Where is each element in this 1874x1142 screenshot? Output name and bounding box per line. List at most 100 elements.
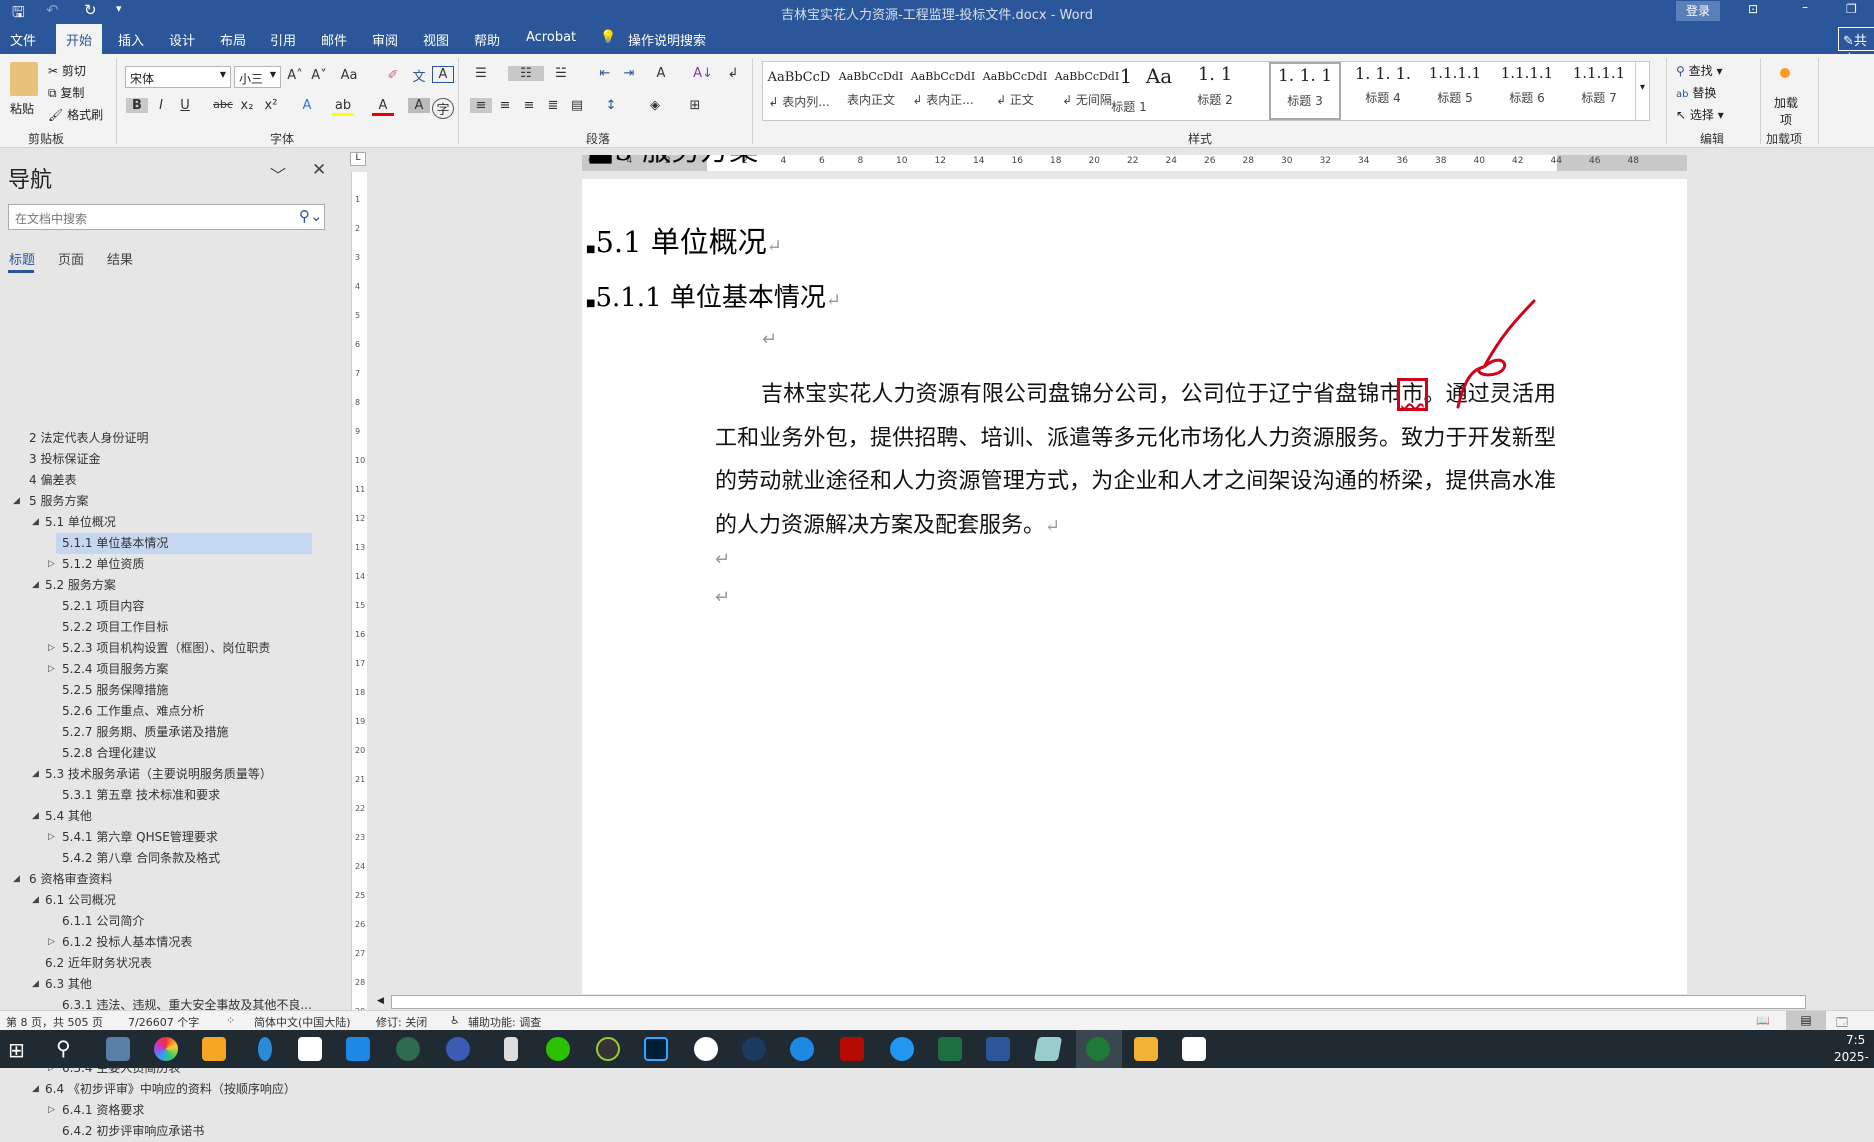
nav-heading-item[interactable]: 5.3 技术服务承诺（主要说明服务质量等）: [45, 764, 272, 785]
nav-heading-item[interactable]: 4 偏差表: [29, 470, 76, 491]
justify-icon[interactable]: ≣: [542, 98, 564, 113]
nav-heading-item[interactable]: 5.4 其他: [45, 806, 92, 827]
nav-heading-item[interactable]: 6.3 其他: [45, 974, 92, 995]
app-icon[interactable]: [742, 1037, 766, 1061]
nav-heading-item[interactable]: 6.1 公司概况: [45, 890, 116, 911]
acrobat-icon[interactable]: [840, 1037, 864, 1061]
nav-heading-item[interactable]: 5.2.5 服务保障措施: [62, 680, 168, 701]
nav-heading-item[interactable]: 5.2.6 工作重点、难点分析: [62, 701, 204, 722]
distributed-icon[interactable]: ▤: [566, 98, 588, 113]
nav-heading-item[interactable]: 6.2 近年财务状况表: [45, 953, 152, 974]
nav-heading-item[interactable]: 5.4.2 第八章 合同条款及格式: [62, 848, 220, 869]
nav-heading-item[interactable]: 5.2.3 项目机构设置（框图）、岗位职责: [62, 638, 270, 659]
select-button[interactable]: ↖ 选择 ▾: [1676, 106, 1724, 123]
scroll-left-icon[interactable]: ◀: [377, 996, 384, 1006]
style-item-heading3[interactable]: 1. 1. 1 标题 3: [1269, 62, 1341, 120]
collapse-icon[interactable]: ◢: [32, 979, 39, 989]
nav-heading-item[interactable]: 5.2.4 项目服务方案: [62, 659, 168, 680]
style-item[interactable]: AaBbCcD ↲ 表内列...: [763, 62, 835, 120]
expand-icon[interactable]: ▷: [48, 643, 55, 653]
collapse-icon[interactable]: ◢: [32, 811, 39, 821]
chevron-down-icon[interactable]: ﹀: [270, 162, 286, 186]
paste-icon[interactable]: [10, 62, 38, 96]
nav-heading-item[interactable]: 2 法定代表人身份证明: [29, 428, 148, 449]
nav-heading-item[interactable]: 5 服务方案: [29, 491, 88, 512]
underline-icon[interactable]: U: [174, 98, 196, 113]
windows-start-icon[interactable]: ⊞: [8, 1038, 25, 1062]
app-icon[interactable]: [346, 1037, 370, 1061]
align-right-icon[interactable]: ≡: [518, 98, 540, 113]
app-icon[interactable]: [1033, 1037, 1063, 1061]
sort-icon[interactable]: A↓: [692, 66, 714, 81]
close-icon[interactable]: ✕: [312, 160, 326, 180]
show-marks-icon[interactable]: ↲: [722, 66, 744, 81]
increase-indent-icon[interactable]: ⇥: [618, 66, 640, 81]
tab-review[interactable]: 审阅: [372, 30, 398, 49]
change-case-icon[interactable]: Aa: [338, 68, 360, 83]
font-size-select[interactable]: 小三 ▼: [234, 66, 281, 88]
calculator-icon[interactable]: [106, 1037, 130, 1061]
superscript-icon[interactable]: x²: [260, 98, 282, 113]
style-heading1-name[interactable]: 标题 1: [1109, 98, 1149, 156]
decrease-indent-icon[interactable]: ⇤: [594, 66, 616, 81]
nav-search-input[interactable]: 在文档中搜索 ⚲⌄: [8, 204, 325, 230]
tab-selector-icon[interactable]: L: [350, 152, 366, 166]
horizontal-scrollbar[interactable]: ◀: [373, 994, 1858, 1010]
nav-heading-item[interactable]: 6.4 《初步评审》中响应的资料（按顺序响应）: [45, 1079, 296, 1100]
nav-heading-item[interactable]: 5.4.1 第六章 QHSE管理要求: [62, 827, 218, 848]
tab-design[interactable]: 设计: [169, 30, 195, 49]
format-painter-button[interactable]: 🖌 格式刷: [48, 106, 103, 123]
restore-icon[interactable]: ❐: [1846, 2, 1857, 16]
word-icon[interactable]: [986, 1037, 1010, 1061]
print-layout-icon[interactable]: ▤: [1786, 1011, 1826, 1031]
collapse-icon[interactable]: ◢: [32, 1084, 39, 1094]
expand-icon[interactable]: ▷: [48, 832, 55, 842]
clock-date[interactable]: 2025-: [1834, 1050, 1869, 1064]
multilevel-list-icon[interactable]: ☱: [550, 66, 572, 81]
subscript-icon[interactable]: x₂: [236, 98, 258, 113]
nav-heading-item[interactable]: 5.2 服务方案: [45, 575, 116, 596]
app-icon[interactable]: [790, 1037, 814, 1061]
tab-insert[interactable]: 插入: [118, 30, 144, 49]
nav-heading-item[interactable]: 6.1.1 公司简介: [62, 911, 144, 932]
align-center-icon[interactable]: ≡: [494, 98, 516, 113]
enclose-char-icon[interactable]: 字: [432, 98, 454, 119]
nav-heading-item[interactable]: 6.4.2 初步评审响应承诺书: [62, 1121, 204, 1142]
collapse-icon[interactable]: ◢: [32, 517, 39, 527]
tell-me-search[interactable]: 操作说明搜索: [628, 30, 706, 49]
nav-heading-item[interactable]: 5.1.1 单位基本情况: [62, 533, 168, 554]
style-item-heading6[interactable]: 1.1.1.1 标题 6: [1491, 62, 1563, 120]
shrink-font-icon[interactable]: A˅: [308, 68, 330, 83]
italic-icon[interactable]: I: [150, 98, 172, 113]
find-button[interactable]: ⚲ 查找 ▾: [1676, 62, 1722, 79]
text-effects-icon[interactable]: A: [296, 98, 318, 113]
nav-heading-item[interactable]: 5.3.1 第五章 技术标准和要求: [62, 785, 220, 806]
asian-layout-icon[interactable]: A: [650, 66, 672, 81]
tab-file[interactable]: 文件: [10, 30, 36, 49]
track-changes[interactable]: 修订: 关闭: [376, 1014, 427, 1030]
copy-button[interactable]: ⧉ 复制: [48, 84, 84, 101]
search-icon[interactable]: ⚲: [56, 1036, 71, 1060]
nav-heading-item[interactable]: 6 资格审查资料: [29, 869, 112, 890]
shading-icon[interactable]: ◈: [644, 98, 666, 113]
app-icon[interactable]: [504, 1037, 518, 1061]
collapse-icon[interactable]: ◢: [13, 874, 20, 884]
expand-icon[interactable]: ▷: [48, 937, 55, 947]
app-icon[interactable]: [202, 1037, 226, 1061]
nav-heading-item[interactable]: 3 投标保证金: [29, 449, 100, 470]
tab-home[interactable]: 开始: [56, 24, 103, 54]
app-icon[interactable]: [258, 1037, 272, 1061]
strikethrough-icon[interactable]: abc: [212, 98, 234, 111]
nav-heading-item[interactable]: 5.2.1 项目内容: [62, 596, 144, 617]
share-button[interactable]: ✎共享: [1838, 27, 1874, 68]
accessibility-icon[interactable]: ♿: [450, 1014, 460, 1027]
replace-button[interactable]: ab 替换: [1676, 84, 1716, 101]
collapse-icon[interactable]: ◢: [32, 580, 39, 590]
line-spacing-icon[interactable]: ↕: [600, 98, 622, 113]
styles-more-icon[interactable]: ▾: [1635, 62, 1649, 120]
style-item[interactable]: AaBbCcDdI ↲ 正文: [979, 62, 1051, 120]
minimize-icon[interactable]: –: [1802, 0, 1808, 14]
expand-icon[interactable]: ▷: [48, 1105, 55, 1115]
tab-results[interactable]: 结果: [107, 249, 133, 268]
read-mode-icon[interactable]: 📖: [1756, 1014, 1770, 1027]
